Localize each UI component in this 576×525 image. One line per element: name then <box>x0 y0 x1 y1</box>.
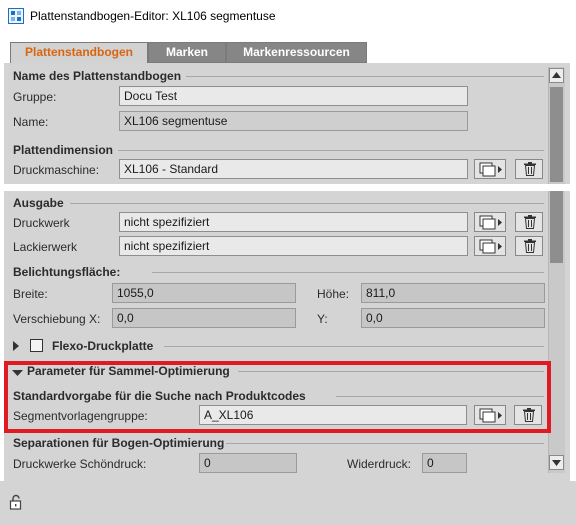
output-divider <box>70 203 544 204</box>
name-section-divider <box>186 76 544 77</box>
exposure-title: Belichtungsfläche: <box>13 265 121 279</box>
back-side-label: Widerdruck: <box>347 457 412 471</box>
front-side-label: Druckwerke Schöndruck: <box>13 457 147 471</box>
triangle-down-icon[interactable] <box>12 366 23 380</box>
select-dialog-icon <box>479 239 503 257</box>
front-side-field[interactable]: 0 <box>199 453 297 473</box>
separations-title: Separationen für Bogen-Optimierung <box>13 436 225 450</box>
name-label: Name: <box>13 115 49 129</box>
output-title: Ausgabe <box>13 196 64 210</box>
segment-group-field[interactable]: A_XL106 <box>199 405 467 425</box>
flexo-label: Flexo-Druckplatte <box>52 339 154 353</box>
y-label: Y: <box>317 312 328 326</box>
lower-scroll-thumb[interactable] <box>550 191 563 263</box>
lock-icon[interactable] <box>9 494 25 513</box>
gang-optimization-subtitle: Standardvorgabe für die Suche nach Produ… <box>13 389 306 403</box>
exposure-divider <box>152 272 544 273</box>
back-side-field[interactable]: 0 <box>422 453 467 473</box>
title-bar: Plattenstandbogen-Editor: XL106 segmentu… <box>0 0 576 32</box>
segment-group-label: Segmentvorlagengruppe: <box>13 409 148 423</box>
width-label: Breite: <box>13 287 48 301</box>
panel-gap <box>0 184 576 191</box>
name-section-title: Name des Plattenstandbogen <box>13 69 182 83</box>
press-field[interactable]: XL106 - Standard <box>119 159 468 179</box>
app-icon <box>8 8 24 24</box>
press-label: Druckmaschine: <box>13 163 100 177</box>
printing-unit-field[interactable]: nicht spezifiziert <box>119 212 468 232</box>
upper-scrollbar[interactable] <box>548 67 565 184</box>
scroll-down-icon[interactable] <box>549 455 564 470</box>
bottom-bar <box>0 481 576 525</box>
gang-optimization-subdivider <box>336 396 544 397</box>
shift-x-field[interactable]: 0,0 <box>112 308 296 328</box>
triangle-right-icon[interactable] <box>12 340 20 354</box>
height-label: Höhe: <box>317 287 350 301</box>
separations-divider <box>226 443 544 444</box>
coating-unit-delete-button[interactable] <box>515 236 543 256</box>
printing-unit-delete-button[interactable] <box>515 212 543 232</box>
select-dialog-icon <box>479 408 503 426</box>
scroll-up-icon[interactable] <box>549 68 564 83</box>
trash-icon <box>524 239 536 256</box>
select-dialog-icon <box>479 215 503 233</box>
tab-marken[interactable]: Marken <box>148 42 226 63</box>
printing-unit-label: Druckwerk <box>13 216 70 230</box>
tab-markenressourcen[interactable]: Markenressourcen <box>226 42 367 63</box>
press-select-button[interactable] <box>474 159 506 179</box>
coating-unit-select-button[interactable] <box>474 236 506 256</box>
flexo-divider <box>164 346 544 347</box>
press-delete-button[interactable] <box>515 159 543 179</box>
gang-optimization-title: Parameter für Sammel-Optimierung <box>27 364 230 378</box>
group-label: Gruppe: <box>13 90 57 104</box>
tab-plattenstandbogen[interactable]: Plattenstandbogen <box>10 42 148 64</box>
y-field[interactable]: 0,0 <box>361 308 545 328</box>
printing-unit-select-button[interactable] <box>474 212 506 232</box>
width-field[interactable]: 1055,0 <box>112 283 296 303</box>
select-dialog-icon <box>479 162 503 180</box>
segment-group-select-button[interactable] <box>474 405 506 425</box>
upper-scroll-thumb[interactable] <box>550 87 563 182</box>
shift-x-label: Verschiebung X: <box>13 312 101 326</box>
flexo-checkbox[interactable] <box>30 339 43 352</box>
name-field[interactable]: XL106 segmentuse <box>119 111 468 131</box>
group-field[interactable]: Docu Test <box>119 86 468 106</box>
plate-dimension-divider <box>118 150 544 151</box>
coating-unit-field[interactable]: nicht spezifiziert <box>119 236 468 256</box>
window-title: Plattenstandbogen-Editor: XL106 segmentu… <box>30 9 276 23</box>
plate-dimension-title: Plattendimension <box>13 143 114 157</box>
height-field[interactable]: 811,0 <box>361 283 545 303</box>
segment-group-delete-button[interactable] <box>514 405 542 425</box>
trash-icon <box>524 215 536 232</box>
trash-icon <box>523 408 535 425</box>
coating-unit-label: Lackierwerk <box>13 240 78 254</box>
gang-optimization-divider <box>238 371 544 372</box>
trash-icon <box>524 162 536 179</box>
